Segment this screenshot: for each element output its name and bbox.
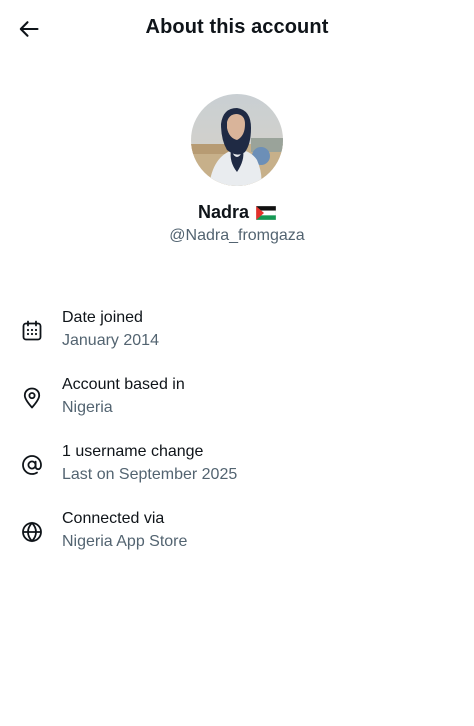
page-title: About this account [145, 16, 329, 38]
account-based-in-item: Account based in Nigeria [0, 376, 474, 426]
date-joined-label: Date joined [62, 309, 143, 326]
profile-name-row: Nadra [0, 202, 474, 223]
username-change-value: Last on September 2025 [62, 466, 238, 483]
palestine-flag-icon [256, 206, 277, 220]
connected-via-value: Nigeria App Store [62, 533, 188, 550]
profile-handle: @Nadra_fromgaza [169, 227, 305, 244]
connected-via-label: Connected via [62, 510, 165, 527]
account-based-in-label: Account based in [62, 376, 185, 393]
globe-icon [20, 520, 44, 544]
date-joined-item: Date joined January 2014 [0, 309, 474, 359]
top-bar: About this account [0, 0, 474, 58]
location-pin-icon [20, 386, 44, 410]
account-based-in-value: Nigeria [62, 399, 113, 416]
avatar[interactable] [191, 94, 283, 186]
username-change-label: 1 username change [62, 443, 204, 460]
date-joined-value: January 2014 [62, 332, 159, 349]
calendar-icon [20, 319, 44, 343]
profile-name: Nadra [197, 202, 250, 222]
connected-via-item: Connected via Nigeria App Store [0, 510, 474, 560]
username-change-item: 1 username change Last on September 2025 [0, 443, 474, 493]
at-sign-icon [20, 453, 44, 477]
